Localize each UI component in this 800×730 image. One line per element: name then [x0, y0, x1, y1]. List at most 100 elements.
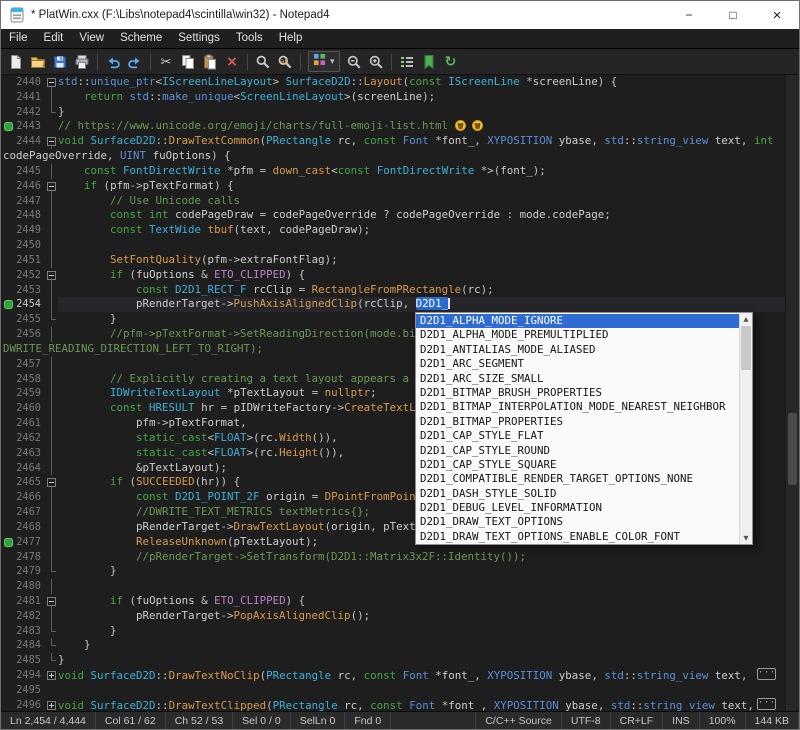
line-number[interactable]: 2458	[15, 372, 45, 387]
code-line[interactable]: pRenderTarget->PopAxisAlignedClip();	[58, 609, 787, 624]
autocomplete-item[interactable]: D2D1_BITMAP_INTERPOLATION_MODE_NEAREST_N…	[416, 400, 739, 414]
line-number[interactable]: 2441	[15, 90, 45, 105]
line-number[interactable]: 2447	[15, 194, 45, 209]
bookmark-margin[interactable]	[1, 268, 15, 283]
line-number[interactable]: 2494	[15, 668, 45, 683]
replace-button[interactable]: ab	[274, 51, 296, 73]
bookmark-margin[interactable]	[1, 327, 15, 342]
line-number[interactable]: 2482	[15, 609, 45, 624]
line-number[interactable]: 2468	[15, 520, 45, 535]
zoom-out-button[interactable]	[343, 51, 365, 73]
close-button[interactable]: ×	[755, 1, 799, 29]
bookmark-margin[interactable]	[1, 609, 15, 624]
line-numbers-button[interactable]	[396, 51, 418, 73]
code-line[interactable]	[58, 683, 787, 698]
line-number[interactable]: 2450	[15, 238, 45, 253]
save-file-button[interactable]	[49, 51, 71, 73]
collapsed-fold-box-icon[interactable]	[757, 668, 776, 680]
bookmark-margin[interactable]	[1, 624, 15, 639]
line-number[interactable]: 2444	[15, 134, 45, 149]
autocomplete-item[interactable]: D2D1_DASH_STYLE_SOLID	[416, 487, 739, 501]
bookmark-margin[interactable]	[1, 446, 15, 461]
new-file-button[interactable]	[5, 51, 27, 73]
code-line[interactable]: const int codePageDraw = codePageOverrid…	[58, 208, 787, 223]
bookmark-margin[interactable]	[1, 475, 15, 490]
menu-item-settings[interactable]: Settings	[170, 29, 228, 48]
editor-scrollbar[interactable]	[785, 75, 799, 713]
paste-button[interactable]	[199, 51, 221, 73]
code-line[interactable]: if (fuOptions & ETO_CLIPPED) {	[58, 594, 787, 609]
bookmark-margin[interactable]	[1, 223, 15, 238]
bookmark-margin[interactable]	[1, 638, 15, 653]
bookmark-margin[interactable]	[1, 297, 15, 312]
line-number[interactable]: 2442	[15, 105, 45, 120]
line-number[interactable]: 2464	[15, 461, 45, 476]
line-number[interactable]: 2448	[15, 208, 45, 223]
minimize-button[interactable]: −	[667, 1, 711, 29]
bookmark-margin[interactable]	[1, 105, 15, 120]
undo-button[interactable]	[102, 51, 124, 73]
line-number[interactable]: 2467	[15, 505, 45, 520]
bookmark-margin[interactable]	[1, 416, 15, 431]
cut-button[interactable]: ✂	[155, 51, 177, 73]
editor-scrollbar-thumb[interactable]	[788, 413, 797, 485]
line-number[interactable]: 2485	[15, 653, 45, 668]
fold-marker[interactable]	[45, 75, 58, 90]
bookmark-margin[interactable]	[1, 386, 15, 401]
bookmark-margin[interactable]	[1, 683, 15, 698]
status-document-type[interactable]: C/C++ Source	[476, 712, 562, 729]
autocomplete-item[interactable]: D2D1_CAP_STYLE_SQUARE	[416, 458, 739, 472]
open-file-button[interactable]	[27, 51, 49, 73]
autocomplete-item[interactable]: D2D1_ANTIALIAS_MODE_ALIASED	[416, 343, 739, 357]
bookmark-margin[interactable]	[1, 535, 15, 550]
autocomplete-item[interactable]: D2D1_CAP_STYLE_FLAT	[416, 429, 739, 443]
bookmark-margin[interactable]	[1, 357, 15, 372]
bookmark-margin[interactable]	[1, 312, 15, 327]
line-number[interactable]: 2459	[15, 386, 45, 401]
line-number[interactable]: 2453	[15, 283, 45, 298]
bookmark-toggle-button[interactable]	[418, 51, 440, 73]
autocomplete-item[interactable]: D2D1_DRAW_TEXT_OPTIONS	[416, 515, 739, 529]
line-number[interactable]: 2445	[15, 164, 45, 179]
bookmark-margin[interactable]	[1, 668, 15, 683]
fold-marker[interactable]	[45, 594, 58, 609]
bookmark-margin[interactable]	[1, 283, 15, 298]
menu-item-edit[interactable]: Edit	[36, 29, 72, 48]
status-zoom-level[interactable]: 100%	[700, 712, 746, 729]
code-line[interactable]: void SurfaceD2D::DrawTextNoClip(PRectang…	[58, 668, 787, 683]
line-number[interactable]: 2480	[15, 579, 45, 594]
bookmark-margin[interactable]	[1, 550, 15, 565]
autocomplete-item[interactable]: D2D1_ALPHA_MODE_IGNORE	[416, 314, 739, 328]
autocomplete-item[interactable]: D2D1_COMPATIBLE_RENDER_TARGET_OPTIONS_NO…	[416, 472, 739, 486]
delete-button[interactable]: ×	[221, 51, 243, 73]
bookmark-margin[interactable]	[1, 594, 15, 609]
line-number[interactable]: 2466	[15, 490, 45, 505]
line-number[interactable]: 2465	[15, 475, 45, 490]
autocomplete-item[interactable]: D2D1_DEBUG_LEVEL_INFORMATION	[416, 501, 739, 515]
autocomplete-item[interactable]: D2D1_ALPHA_MODE_PREMULTIPLIED	[416, 328, 739, 342]
code-line[interactable]: if (fuOptions & ETO_CLIPPED) {	[58, 268, 787, 283]
line-number[interactable]: 2449	[15, 223, 45, 238]
line-number[interactable]: 2460	[15, 401, 45, 416]
code-line[interactable]: pRenderTarget->PushAxisAlignedClip(rcCli…	[58, 297, 787, 312]
autocomplete-item[interactable]: D2D1_BITMAP_BRUSH_PROPERTIES	[416, 386, 739, 400]
code-line[interactable]: }	[58, 638, 787, 653]
fold-marker[interactable]	[45, 268, 58, 283]
scheme-select-dropdown[interactable]: ▾	[308, 51, 340, 72]
bookmark-margin[interactable]	[1, 431, 15, 446]
line-number[interactable]: 2461	[15, 416, 45, 431]
menu-item-help[interactable]: Help	[271, 29, 311, 48]
zoom-in-button[interactable]	[365, 51, 387, 73]
bookmark-margin[interactable]	[1, 461, 15, 476]
code-line[interactable]: }	[58, 564, 787, 579]
menu-item-file[interactable]: File	[1, 29, 36, 48]
code-line[interactable]: }	[58, 653, 787, 668]
line-number[interactable]: 2454	[15, 297, 45, 312]
code-line[interactable]: //pRenderTarget->SetTransform(D2D1::Matr…	[58, 550, 787, 565]
bookmark-margin[interactable]	[1, 579, 15, 594]
status-overtype-mode[interactable]: INS	[663, 712, 700, 729]
status-line-ending[interactable]: CR+LF	[611, 712, 664, 729]
bookmark-margin[interactable]	[1, 490, 15, 505]
reload-file-button[interactable]: ↻	[440, 51, 462, 73]
bookmark-margin[interactable]	[1, 253, 15, 268]
